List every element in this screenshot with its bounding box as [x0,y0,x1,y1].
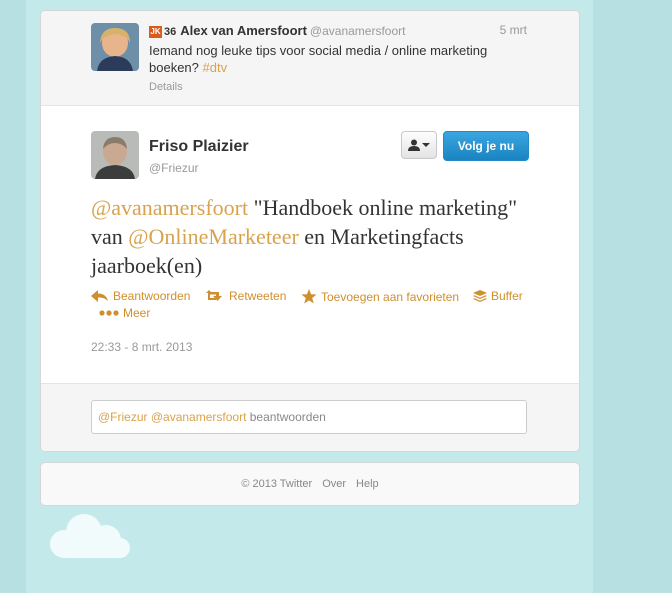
reply-input[interactable]: @Friezur @avanamersfoort beantwoorden [91,400,527,434]
reply-mentions: @Friezur @avanamersfoort [98,410,247,424]
parent-tweet-text: Iemand nog leuke tips voor social media … [149,42,529,76]
more-icon [99,310,119,316]
avatar[interactable] [91,23,139,71]
cloud-decoration [50,514,130,558]
buffer-label: Buffer [491,289,523,303]
footer-card: © 2013 Twitter Over Help [40,462,580,506]
tweet-card: JK 36 Alex van Amersfoort @avanamersfoort 5… [40,10,580,452]
tweet-timestamp[interactable]: 22:33 - 8 mrt. 2013 [91,340,192,354]
reply-placeholder: beantwoorden [246,410,326,424]
buffer-icon [473,289,487,302]
mention-link[interactable]: @OnlineMarketeer [128,224,299,249]
mention-link[interactable]: @avanamersfoort [91,195,248,220]
author-handle[interactable]: @Friezur [149,161,199,175]
favorite-label: Toevoegen aan favorieten [321,289,460,304]
reply-label: Beantwoorden [113,289,191,303]
caret-down-icon [422,143,430,147]
klout-badge-icon: JK [149,26,162,38]
avatar[interactable] [91,131,139,179]
footer-link-help[interactable]: Help [356,478,379,490]
parent-text-body: Iemand nog leuke tips voor social media … [149,43,488,75]
reply-area: @Friezur @avanamersfoort beantwoorden [41,383,579,451]
buffer-action[interactable]: Buffer [473,289,523,303]
hashtag-link[interactable]: #dtv [203,60,228,75]
reply-action[interactable]: Beantwoorden [91,289,190,303]
parent-timestamp[interactable]: 5 mrt [500,23,527,37]
user-actions-dropdown[interactable] [401,131,437,159]
parent-author-handle[interactable]: @avanamersfoort [310,24,406,38]
parent-author-name[interactable]: Alex van Amersfoort [180,23,307,38]
details-link[interactable]: Details [149,81,183,93]
retweet-label: Retweeten [229,289,287,303]
copyright-text: © 2013 Twitter [241,478,313,490]
more-label: Meer [123,306,151,320]
klout-score: 36 [164,26,177,38]
favorite-action[interactable]: Toevoegen aan favorieten [301,289,459,304]
footer: © 2013 Twitter Over Help [41,463,579,505]
retweet-icon [206,290,222,301]
footer-link-about[interactable]: Over [322,478,346,490]
parent-header: JK 36 Alex van Amersfoort @avanamersfoort [149,23,405,38]
follow-button[interactable]: Volg je nu [443,131,529,161]
more-action[interactable]: Meer [99,306,150,320]
parent-tweet[interactable]: JK 36 Alex van Amersfoort @avanamersfoort 5… [41,11,579,106]
user-icon [408,139,420,151]
author-name[interactable]: Friso Plaizier [149,138,249,156]
tweet-text: @avanamersfoort "Handboek online marketi… [91,193,521,280]
retweet-action[interactable]: Retweeten [205,289,286,303]
reply-icon [91,290,108,302]
star-icon [301,289,317,304]
